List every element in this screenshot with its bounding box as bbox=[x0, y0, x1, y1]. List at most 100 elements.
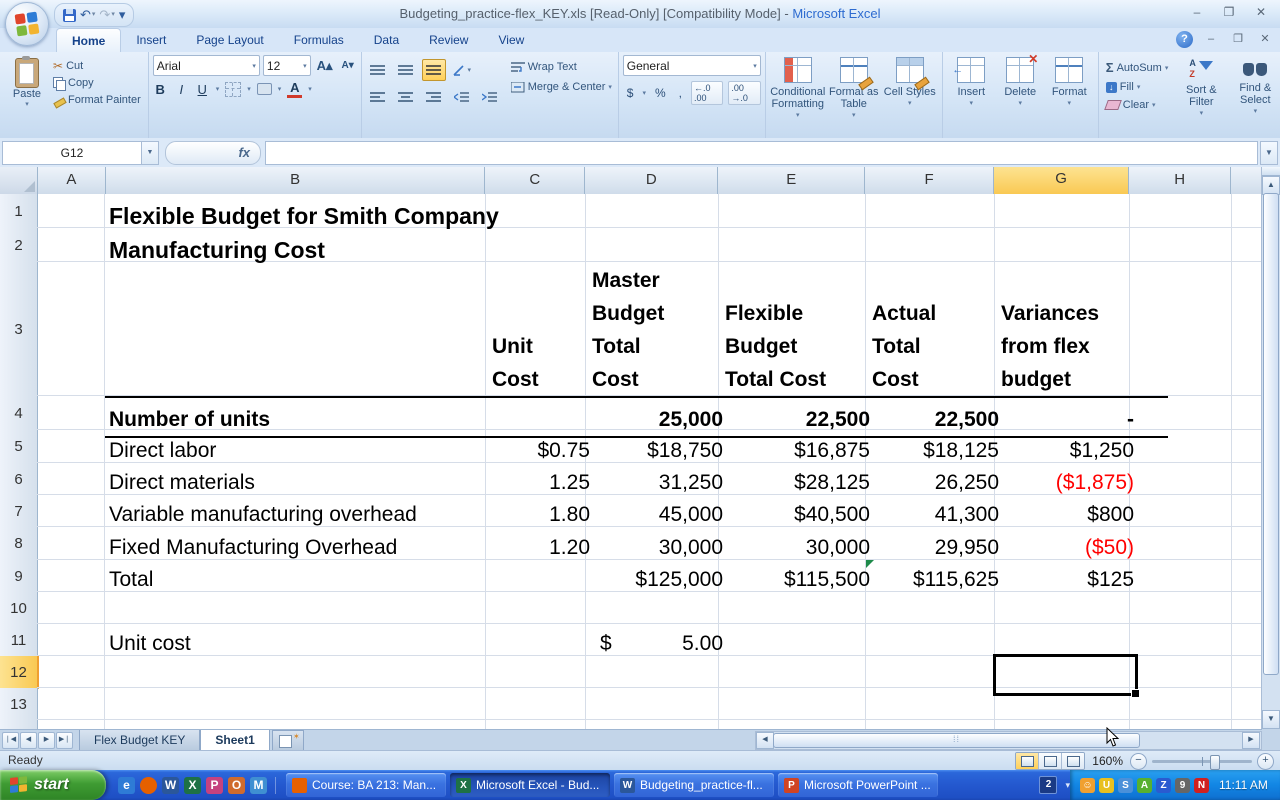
select-all-corner[interactable] bbox=[0, 167, 38, 195]
cell-D5[interactable]: $18,750 bbox=[586, 430, 735, 467]
quick-launch-outlook-icon[interactable]: O bbox=[228, 777, 245, 794]
zoom-slider-handle[interactable] bbox=[1210, 755, 1220, 770]
zoom-level[interactable]: 160% bbox=[1092, 754, 1123, 768]
quick-launch-word-icon[interactable]: W bbox=[162, 777, 179, 794]
restore-button[interactable]: ❐ bbox=[1218, 5, 1240, 22]
page-break-view-button[interactable] bbox=[1062, 753, 1084, 769]
quick-launch-firefox-icon[interactable] bbox=[140, 777, 157, 794]
cell-G5[interactable]: $1,250 bbox=[995, 430, 1146, 467]
grow-font-button[interactable]: A▴ bbox=[314, 57, 336, 75]
align-middle-button[interactable] bbox=[394, 59, 418, 81]
language-indicator-icon[interactable]: 2 bbox=[1039, 776, 1057, 794]
align-right-button[interactable] bbox=[422, 86, 446, 108]
column-header-H[interactable]: H bbox=[1129, 167, 1231, 195]
insert-worksheet-button[interactable] bbox=[272, 730, 304, 751]
underline-button[interactable]: U bbox=[195, 82, 210, 97]
align-bottom-button[interactable] bbox=[422, 59, 446, 81]
scroll-right-button[interactable]: ▶ bbox=[1242, 732, 1260, 749]
ribbon-tab-home[interactable]: Home bbox=[56, 28, 121, 52]
row-header-10[interactable]: 10 bbox=[0, 592, 38, 625]
accounting-format-button[interactable]: $ bbox=[623, 85, 638, 101]
cut-button[interactable]: ✂Cut bbox=[50, 59, 144, 73]
format-painter-button[interactable]: Format Painter bbox=[50, 93, 144, 107]
cell-B11[interactable]: Unit cost bbox=[105, 624, 494, 660]
name-box[interactable]: G12 bbox=[2, 141, 142, 165]
ribbon-tab-data[interactable]: Data bbox=[359, 28, 414, 52]
wrap-text-button[interactable]: Wrap Text bbox=[508, 60, 615, 74]
quick-launch-messenger-icon[interactable]: M bbox=[250, 777, 267, 794]
number-format-select[interactable]: General▾ bbox=[623, 55, 761, 76]
cell-B8[interactable]: Fixed Manufacturing Overhead bbox=[105, 527, 494, 564]
fill-color-button[interactable] bbox=[257, 83, 272, 95]
close-button[interactable]: ✕ bbox=[1250, 5, 1272, 22]
row-header-3[interactable]: 3 bbox=[0, 262, 38, 397]
next-sheet-button[interactable]: ▶ bbox=[38, 732, 55, 749]
cell-D11[interactable]: 5.00$ bbox=[586, 624, 735, 660]
borders-button[interactable] bbox=[225, 82, 241, 97]
ribbon-tab-formulas[interactable]: Formulas bbox=[279, 28, 359, 52]
cell-F3[interactable]: Actual Total Cost bbox=[866, 262, 1005, 398]
tray-antivirus-icon[interactable]: A bbox=[1137, 778, 1152, 793]
decrease-indent-button[interactable] bbox=[450, 86, 474, 108]
cell-B5[interactable]: Direct labor bbox=[105, 430, 494, 467]
workbook-restore-button[interactable]: ❐ bbox=[1229, 32, 1247, 47]
cell-C5[interactable]: $0.75 bbox=[486, 430, 602, 467]
copy-button[interactable]: Copy bbox=[50, 76, 144, 90]
comma-style-button[interactable]: , bbox=[675, 85, 686, 101]
column-header-C[interactable]: C bbox=[485, 167, 585, 195]
row-header-6[interactable]: 6 bbox=[0, 463, 38, 496]
task-button-powerpoint[interactable]: PMicrosoft PowerPoint ... bbox=[778, 773, 938, 797]
workbook-close-button[interactable]: ✕ bbox=[1256, 32, 1274, 47]
row-header-9[interactable]: 9 bbox=[0, 560, 38, 593]
cell-B7[interactable]: Variable manufacturing overhead bbox=[105, 495, 494, 531]
autosum-button[interactable]: ΣAutoSum▾ bbox=[1103, 59, 1172, 76]
cell-D9[interactable]: $125,000 bbox=[586, 560, 735, 596]
clear-button[interactable]: Clear▾ bbox=[1103, 98, 1172, 112]
tray-messenger-icon[interactable]: ☺ bbox=[1080, 778, 1095, 793]
cell-F6[interactable]: 26,250 bbox=[866, 463, 1011, 499]
fill-handle[interactable] bbox=[1131, 689, 1140, 698]
ribbon-tab-view[interactable]: View bbox=[483, 28, 539, 52]
cell-F7[interactable]: 41,300 bbox=[866, 495, 1011, 531]
last-sheet-button[interactable]: ▶❘ bbox=[56, 732, 73, 749]
tray-volume-icon[interactable]: 9 bbox=[1175, 778, 1190, 793]
cell-E6[interactable]: $28,125 bbox=[719, 463, 882, 499]
cell-F5[interactable]: $18,125 bbox=[866, 430, 1011, 467]
cell-G8[interactable]: ($50) bbox=[995, 527, 1146, 564]
quick-launch-excel-icon[interactable]: X bbox=[184, 777, 201, 794]
cell-E9[interactable]: $115,500 bbox=[719, 560, 882, 596]
tray-zone-icon[interactable]: Z bbox=[1156, 778, 1171, 793]
increase-decimal-button[interactable]: ←.0 .00 bbox=[691, 81, 723, 105]
row-header-5[interactable]: 5 bbox=[0, 430, 38, 464]
font-size-select[interactable]: 12▾ bbox=[263, 55, 311, 76]
row-header-12[interactable]: 12 bbox=[0, 656, 39, 689]
cell-D8[interactable]: 30,000 bbox=[586, 527, 735, 564]
quick-launch-ie-icon[interactable]: e bbox=[118, 777, 135, 794]
cell-B9[interactable]: Total bbox=[105, 560, 494, 596]
cell-G7[interactable]: $800 bbox=[995, 495, 1146, 531]
zoom-out-button[interactable]: − bbox=[1130, 753, 1147, 770]
cell-E8[interactable]: 30,000 bbox=[719, 527, 882, 564]
sort-filter-button[interactable]: AZ Sort & Filter▾ bbox=[1175, 55, 1227, 139]
percent-style-button[interactable]: % bbox=[651, 85, 670, 101]
row-header-8[interactable]: 8 bbox=[0, 527, 38, 561]
first-sheet-button[interactable]: ❘◀ bbox=[2, 732, 19, 749]
vertical-split-handle[interactable] bbox=[1262, 167, 1280, 176]
cell-B2[interactable]: Manufacturing Cost bbox=[105, 228, 494, 266]
decrease-decimal-button[interactable]: .00 →.0 bbox=[728, 81, 760, 105]
tray-update-icon[interactable]: S bbox=[1118, 778, 1133, 793]
cell-B6[interactable]: Direct materials bbox=[105, 463, 494, 499]
cell-G9[interactable]: $125 bbox=[995, 560, 1146, 596]
formula-bar-expand-button[interactable]: ▼ bbox=[1260, 141, 1278, 165]
column-header-G[interactable]: G bbox=[994, 167, 1129, 196]
conditional-formatting-button[interactable]: Conditional Formatting▾ bbox=[770, 55, 826, 139]
font-color-button[interactable]: A bbox=[287, 80, 302, 98]
insert-cells-button[interactable]: ← Insert▾ bbox=[947, 55, 996, 139]
row-header-2[interactable]: 2 bbox=[0, 228, 38, 263]
cell-D6[interactable]: 31,250 bbox=[586, 463, 735, 499]
cell-F8[interactable]: 29,950 bbox=[866, 527, 1011, 564]
column-header-E[interactable]: E bbox=[718, 167, 865, 195]
cell-E3[interactable]: Flexible Budget Total Cost bbox=[719, 262, 876, 398]
align-top-button[interactable] bbox=[366, 59, 390, 81]
horizontal-scrollbar[interactable]: ◀ ▶ bbox=[755, 731, 1262, 750]
